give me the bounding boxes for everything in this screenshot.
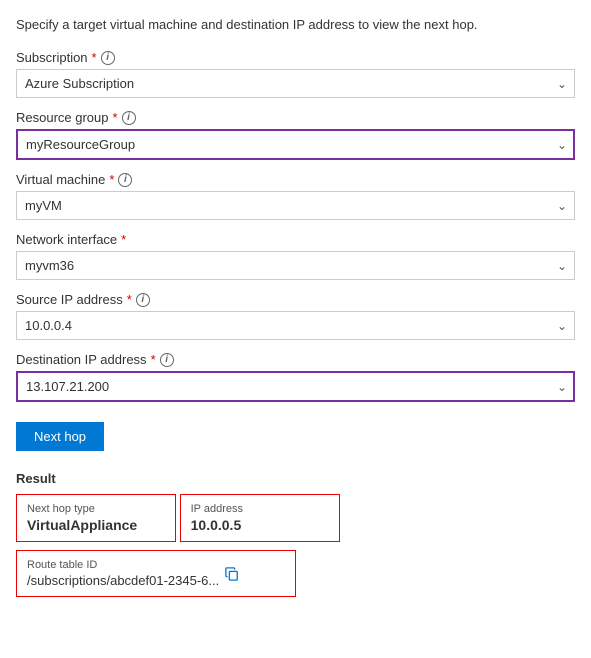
resource-group-select-wrapper: myResourceGroup ⌄ [16, 129, 575, 160]
network-interface-required: * [121, 232, 126, 247]
route-table-card: Route table ID /subscriptions/abcdef01-2… [16, 550, 296, 597]
ip-address-label: IP address [191, 503, 329, 515]
source-ip-info-icon[interactable]: i [136, 293, 150, 307]
resource-group-field-group: Resource group * i myResourceGroup ⌄ [16, 110, 575, 160]
subscription-select[interactable]: Azure Subscription [16, 69, 575, 98]
ip-address-value: 10.0.0.5 [191, 517, 329, 533]
route-table-value: /subscriptions/abcdef01-2345-6... [27, 573, 219, 588]
subscription-required: * [92, 50, 97, 65]
resource-group-required: * [113, 110, 118, 125]
virtual-machine-select-wrapper: myVM ⌄ [16, 191, 575, 220]
next-hop-type-value: VirtualAppliance [27, 517, 165, 533]
subscription-field-group: Subscription * i Azure Subscription ⌄ [16, 50, 575, 98]
source-ip-label-text: Source IP address [16, 292, 123, 307]
network-interface-label: Network interface * [16, 232, 575, 247]
ip-address-card: IP address 10.0.0.5 [180, 494, 340, 542]
destination-ip-select-wrapper: 13.107.21.200 ⌄ [16, 371, 575, 402]
source-ip-select-wrapper: 10.0.0.4 ⌄ [16, 311, 575, 340]
subscription-info-icon[interactable]: i [101, 51, 115, 65]
route-table-label: Route table ID [27, 559, 219, 571]
source-ip-select[interactable]: 10.0.0.4 [16, 311, 575, 340]
virtual-machine-select[interactable]: myVM [16, 191, 575, 220]
result-title: Result [16, 471, 575, 486]
next-hop-type-label: Next hop type [27, 503, 165, 515]
source-ip-required: * [127, 292, 132, 307]
destination-ip-label: Destination IP address * i [16, 352, 575, 367]
subscription-label-text: Subscription [16, 50, 88, 65]
resource-group-label: Resource group * i [16, 110, 575, 125]
virtual-machine-field-group: Virtual machine * i myVM ⌄ [16, 172, 575, 220]
route-table-content: Route table ID /subscriptions/abcdef01-2… [27, 559, 219, 588]
resource-group-label-text: Resource group [16, 110, 109, 125]
source-ip-label: Source IP address * i [16, 292, 575, 307]
destination-ip-field-group: Destination IP address * i 13.107.21.200… [16, 352, 575, 402]
subscription-label: Subscription * i [16, 50, 575, 65]
resource-group-info-icon[interactable]: i [122, 111, 136, 125]
destination-ip-label-text: Destination IP address [16, 352, 147, 367]
source-ip-field-group: Source IP address * i 10.0.0.4 ⌄ [16, 292, 575, 340]
copy-icon[interactable] [225, 567, 239, 581]
virtual-machine-info-icon[interactable]: i [118, 173, 132, 187]
destination-ip-required: * [151, 352, 156, 367]
destination-ip-info-icon[interactable]: i [160, 353, 174, 367]
resource-group-select[interactable]: myResourceGroup [16, 129, 575, 160]
virtual-machine-required: * [109, 172, 114, 187]
network-interface-select[interactable]: myvm36 [16, 251, 575, 280]
network-interface-select-wrapper: myvm36 ⌄ [16, 251, 575, 280]
subscription-select-wrapper: Azure Subscription ⌄ [16, 69, 575, 98]
result-section: Result Next hop type VirtualAppliance IP… [16, 471, 575, 597]
virtual-machine-label: Virtual machine * i [16, 172, 575, 187]
description: Specify a target virtual machine and des… [16, 16, 575, 34]
network-interface-label-text: Network interface [16, 232, 117, 247]
destination-ip-select[interactable]: 13.107.21.200 [16, 371, 575, 402]
network-interface-field-group: Network interface * myvm36 ⌄ [16, 232, 575, 280]
next-hop-type-card: Next hop type VirtualAppliance [16, 494, 176, 542]
next-hop-button[interactable]: Next hop [16, 422, 104, 451]
virtual-machine-label-text: Virtual machine [16, 172, 105, 187]
